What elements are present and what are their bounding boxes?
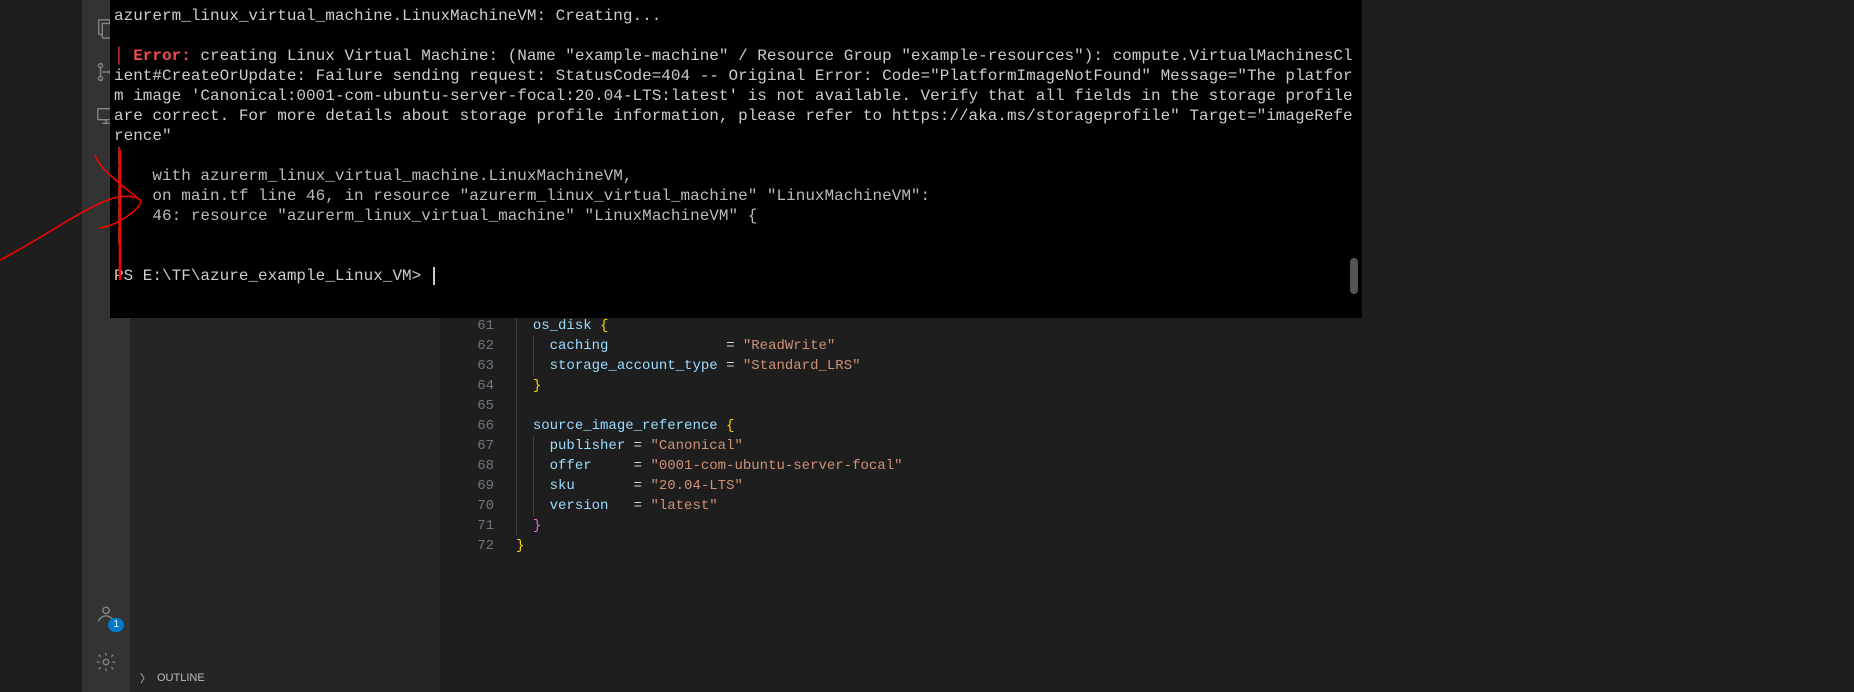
terminal-context-line: │ with azurerm_linux_virtual_machine.Lin… [114,166,1354,186]
chevron-right-icon: 〉 [140,670,151,686]
terminal-error: │ Error: creating Linux Virtual Machine:… [114,46,1354,146]
code-line[interactable]: sku = "20.04-LTS" [516,476,1562,496]
terminal-prompt[interactable]: PS E:\TF\azure_example_Linux_VM> [114,266,1354,286]
code-line[interactable]: } [516,376,1562,396]
line-number: 65 [440,396,494,416]
line-number: 71 [440,516,494,536]
code-line[interactable]: source_image_reference { [516,416,1562,436]
terminal-context-line: │ 46: resource "azurerm_linux_virtual_ma… [114,206,1354,226]
line-number: 63 [440,356,494,376]
line-number: 69 [440,476,494,496]
code-line[interactable]: caching = "ReadWrite" [516,336,1562,356]
terminal[interactable]: azurerm_linux_virtual_machine.LinuxMachi… [110,0,1362,318]
line-number: 66 [440,416,494,436]
code-line[interactable] [516,396,1562,416]
settings-gear-icon[interactable] [82,640,130,684]
code-line[interactable]: offer = "0001-com-ubuntu-server-focal" [516,456,1562,476]
line-number: 70 [440,496,494,516]
code-line[interactable]: publisher = "Canonical" [516,436,1562,456]
terminal-context-line: │ on main.tf line 46, in resource "azure… [114,186,1354,206]
line-number: 64 [440,376,494,396]
code-line[interactable]: } [516,536,1562,556]
line-number: 62 [440,336,494,356]
code-line[interactable]: } [516,516,1562,536]
right-pad [1562,0,1854,692]
terminal-scrollbar[interactable] [1350,258,1358,294]
code-line[interactable]: os_disk { [516,316,1562,336]
outline-label: OUTLINE [157,672,205,684]
accounts-badge: 1 [108,618,124,632]
code-line[interactable]: storage_account_type = "Standard_LRS" [516,356,1562,376]
line-number: 68 [440,456,494,476]
outline-section[interactable]: 〉 OUTLINE [130,664,440,692]
accounts-icon[interactable]: 1 [82,592,130,636]
line-number: 61 [440,316,494,336]
line-number: 72 [440,536,494,556]
terminal-line: azurerm_linux_virtual_machine.LinuxMachi… [114,6,1354,26]
line-number: 67 [440,436,494,456]
code-line[interactable]: version = "latest" [516,496,1562,516]
